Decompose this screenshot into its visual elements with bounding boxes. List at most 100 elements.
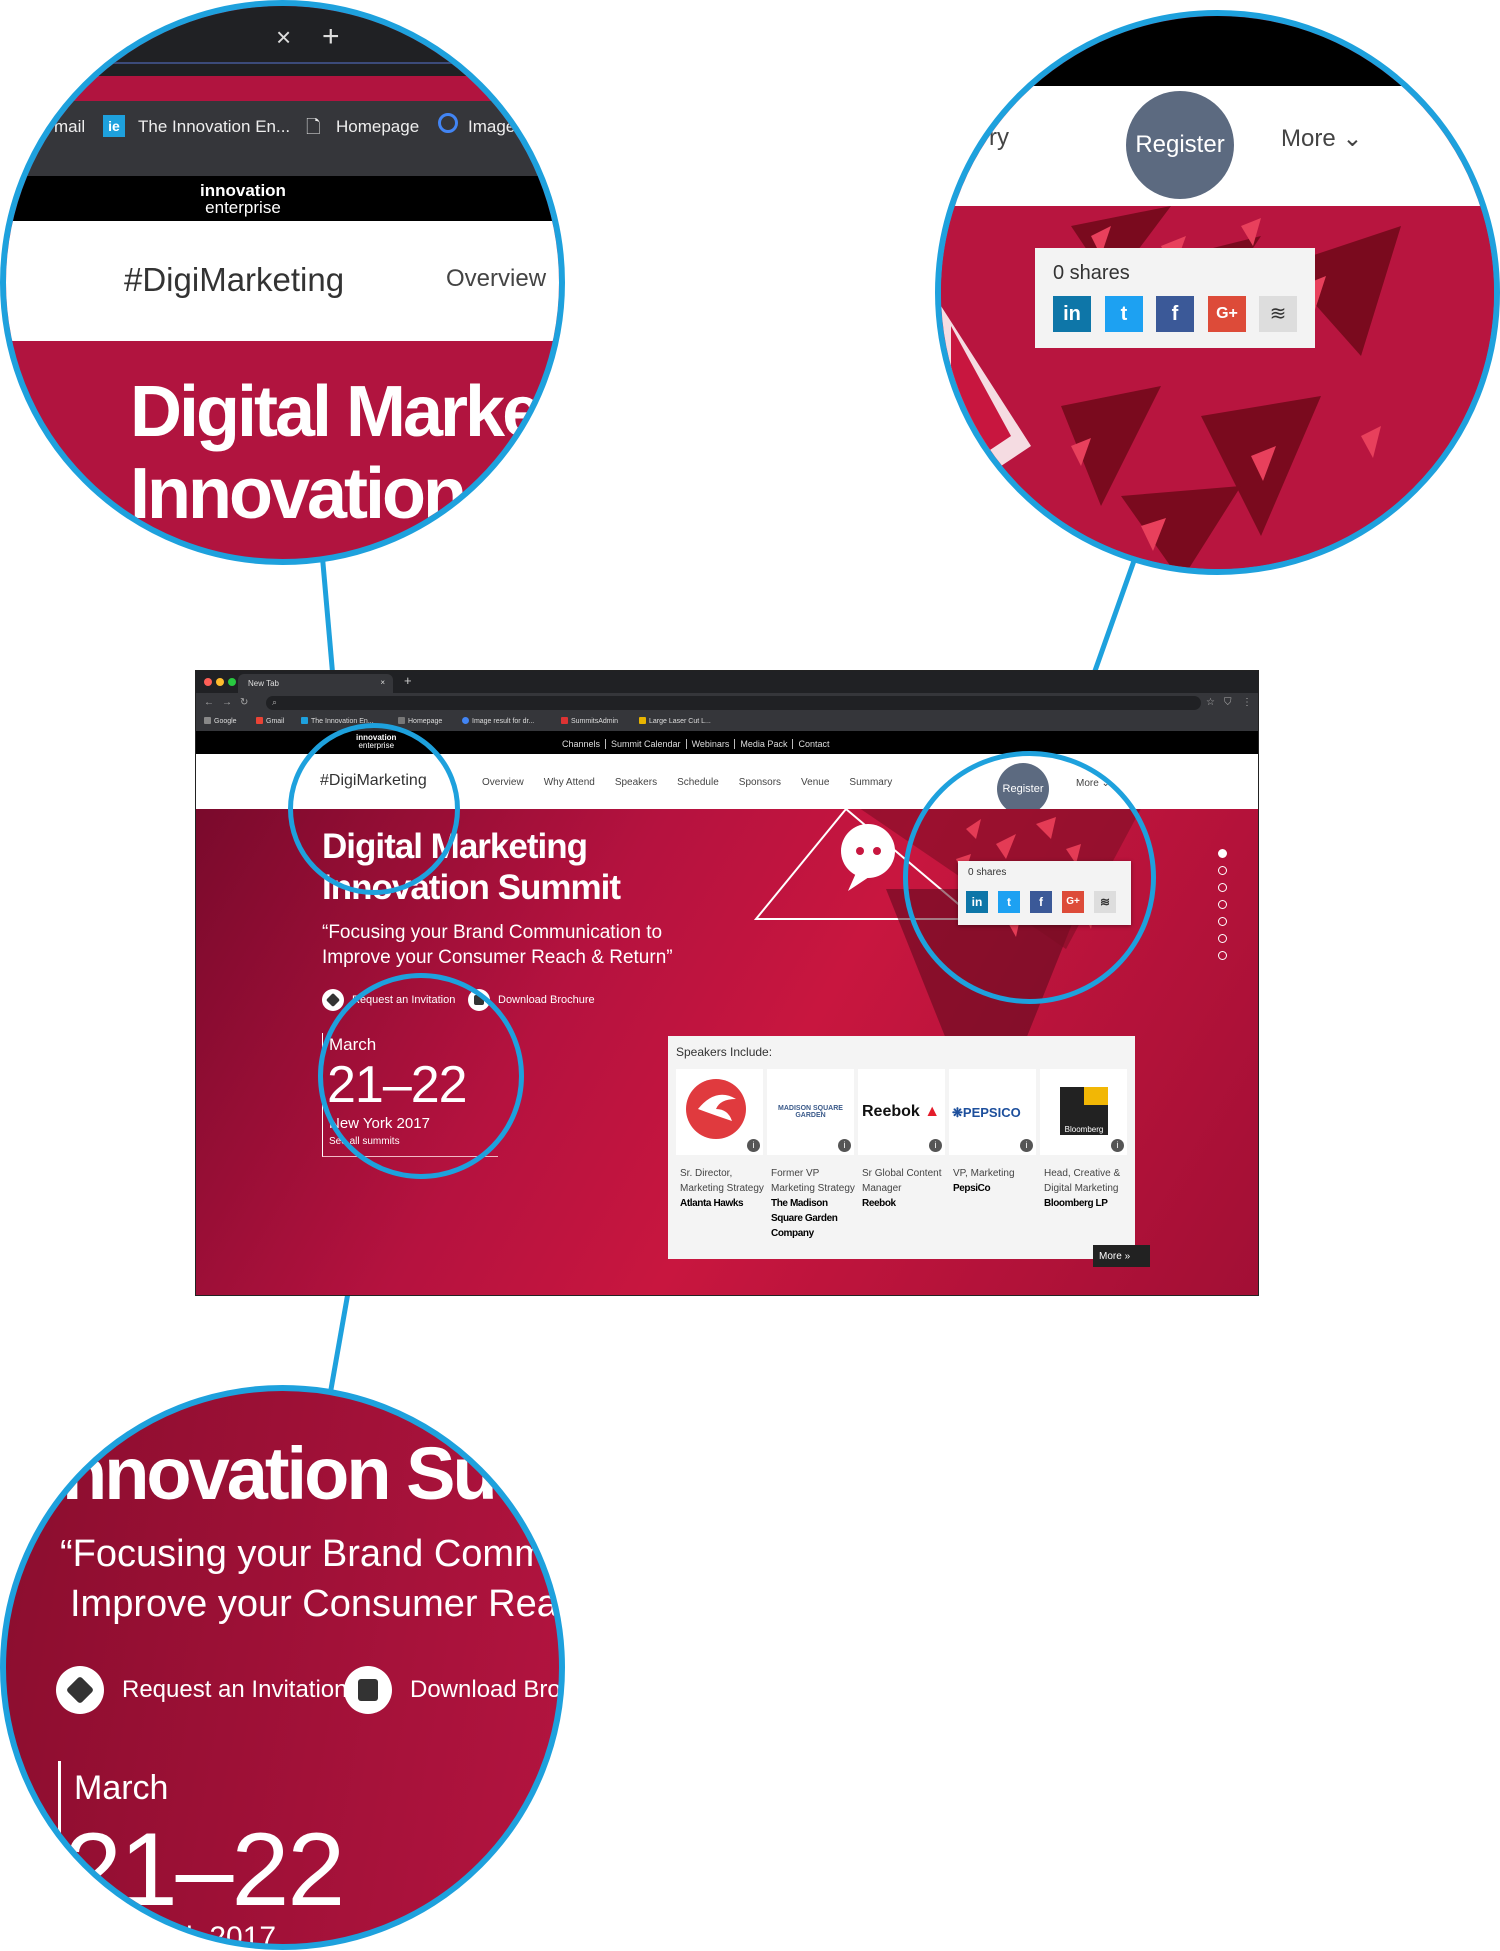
bookmark-laser-cut[interactable]: Large Laser Cut L...	[639, 717, 711, 725]
info-icon[interactable]: i	[747, 1139, 760, 1152]
new-tab-button[interactable]: +	[404, 673, 412, 688]
speaker-card-bloomberg[interactable]: Bloomberg i	[1040, 1069, 1127, 1155]
bookmark-image-result[interactable]: Image result for dr...	[462, 717, 534, 725]
zoom-date-month: March	[74, 1769, 169, 1807]
bookmark-google[interactable]: Google	[204, 717, 237, 725]
zoom-new-tab-button[interactable]: +	[322, 20, 340, 54]
back-icon[interactable]: ←	[204, 697, 214, 708]
zoom-nav-bar: ry Register More ⌄	[941, 86, 1494, 206]
zoom-quote: “Focusing your Brand Comm Improve your C…	[60, 1529, 558, 1629]
zoom-bookmark-gmail[interactable]: mail	[54, 117, 85, 137]
pepsico-logo-text: PEPSICO	[962, 1105, 1021, 1120]
info-icon[interactable]: i	[929, 1139, 942, 1152]
zoom-date-days: 21–22	[64, 1812, 345, 1928]
zoom-tab-close-icon[interactable]: ×	[276, 22, 291, 53]
bookmark-label: SummitsAdmin	[571, 718, 619, 725]
nav-overview[interactable]: Overview	[482, 777, 524, 788]
speaker-card-msg[interactable]: MADISON SQUARE GARDEN i	[767, 1069, 854, 1155]
zoom-top-strip: innovation enterprise	[6, 176, 559, 221]
pager-dot[interactable]	[1218, 917, 1227, 926]
nav-speakers[interactable]: Speakers	[615, 777, 657, 788]
nav-venue[interactable]: Venue	[801, 777, 829, 788]
maximize-window-dot[interactable]	[228, 678, 236, 686]
zoom-bookmark-image[interactable]: Image	[468, 117, 515, 137]
tag-icon	[322, 989, 344, 1011]
zoom-googleplus-button[interactable]: G+	[1208, 296, 1246, 332]
tab-title: New Tab	[248, 679, 279, 688]
zoom-site-nav: #DigiMarketing Overview	[6, 221, 559, 341]
tab-close-icon[interactable]: ×	[380, 678, 385, 687]
pager-dot[interactable]	[1218, 900, 1227, 909]
zoom-innovation-logo: innovation enterprise	[200, 182, 286, 216]
zoom-quote-line-2: Improve your Consumer Rea	[70, 1583, 558, 1625]
highlight-ring-cta	[318, 973, 524, 1179]
search-icon: ⌕	[272, 697, 278, 707]
bloomberg-logo-text: Bloomberg	[1064, 1125, 1104, 1134]
speaker-card-pepsico[interactable]: ❋PEPSICO i	[949, 1069, 1036, 1155]
info-icon[interactable]: i	[1020, 1139, 1033, 1152]
zoom-buffer-button[interactable]: ≋	[1259, 296, 1297, 332]
zoom-twitter-button[interactable]: t	[1105, 296, 1143, 332]
zoom-more-menu[interactable]: More ⌄	[1281, 124, 1362, 153]
toolbar: ← → ↻ ⌕ ☆ ⛉ ⋮	[196, 693, 1258, 713]
pager-dot[interactable]	[1218, 951, 1227, 960]
close-window-dot[interactable]	[204, 678, 212, 686]
reload-icon[interactable]: ↻	[240, 697, 248, 708]
zoom-page-icon: 🗋	[306, 117, 321, 137]
bookmark-label: Large Laser Cut L...	[649, 718, 711, 725]
info-icon[interactable]: i	[1111, 1139, 1124, 1152]
bookmark-summitsadmin[interactable]: SummitsAdmin	[561, 717, 618, 725]
zoom-book-icon	[344, 1666, 392, 1714]
bookmark-homepage[interactable]: Homepage	[398, 717, 442, 725]
top-link-summit-calendar[interactable]: Summit Calendar	[606, 739, 687, 749]
info-icon[interactable]: i	[838, 1139, 851, 1152]
forward-icon[interactable]: →	[222, 697, 232, 708]
hero-quote-line-2: Improve your Consumer Reach & Return”	[322, 947, 673, 968]
bookmark-label: Gmail	[266, 718, 285, 725]
pager-dot[interactable]	[1218, 883, 1227, 892]
nav-summary[interactable]: Summary	[849, 777, 892, 788]
role-text: Head, Creative & Digital Marketing	[1044, 1168, 1121, 1194]
bookmark-label: Google	[214, 718, 237, 725]
nav-sponsors[interactable]: Sponsors	[739, 777, 781, 788]
zoom-linkedin-button[interactable]: in	[1053, 296, 1091, 332]
top-link-media-pack[interactable]: Media Pack	[735, 739, 794, 749]
zoom-register-button[interactable]: Register	[1126, 91, 1234, 199]
zoom-nav-overview[interactable]: Overview	[446, 265, 546, 293]
pager-dot[interactable]	[1218, 866, 1227, 875]
bookmark-star-icon[interactable]: ☆	[1206, 697, 1215, 708]
top-link-contact[interactable]: Contact	[793, 739, 834, 749]
nav-why-attend[interactable]: Why Attend	[544, 777, 595, 788]
profile-icon[interactable]: ⛉	[1224, 697, 1232, 708]
zoom-cta-invite-label: Request an Invitation	[122, 1676, 348, 1703]
minimize-window-dot[interactable]	[216, 678, 224, 686]
role-text: VP, Marketing	[953, 1168, 1015, 1179]
address-bar[interactable]: ⌕	[266, 696, 1201, 710]
zoom-brand-hashtag[interactable]: #DigiMarketing	[124, 261, 344, 299]
magnifier-cta: nnovation Su “Focusing your Brand Comm I…	[0, 1385, 565, 1950]
zoom-logo-line-2: enterprise	[205, 198, 281, 217]
speaker-card-reebok[interactable]: Reebok ▲ i	[858, 1069, 945, 1155]
pager-dot[interactable]	[1218, 934, 1227, 943]
zoom-bookmark-homepage[interactable]: Homepage	[336, 117, 419, 137]
zoom-divider	[6, 62, 559, 64]
bookmark-gmail[interactable]: Gmail	[256, 717, 284, 725]
zoom-facebook-button[interactable]: f	[1156, 296, 1194, 332]
tab-new-tab[interactable]: New Tab ×	[238, 674, 393, 693]
menu-kebab-icon[interactable]: ⋮	[1242, 697, 1252, 708]
speakers-more-button[interactable]: More »	[1093, 1245, 1150, 1267]
speaker-card-atlanta-hawks[interactable]: i	[676, 1069, 763, 1155]
zoom-nav-summary-fragment[interactable]: ry	[989, 124, 1009, 152]
zoom-cta-brochure-label: Download Broc	[410, 1676, 565, 1703]
pager-dot[interactable]	[1218, 849, 1227, 858]
zoom-date-rule	[58, 1761, 61, 1944]
zoom-tab-bar: × +	[6, 6, 559, 76]
top-link-webinars[interactable]: Webinars	[686, 739, 736, 749]
cta-brochure-label: Download Brochure	[498, 993, 595, 1006]
tab-bar: New Tab × +	[196, 671, 1258, 693]
zoom-bookmark-innovation[interactable]: The Innovation En...	[138, 117, 290, 137]
slide-pager	[1218, 849, 1227, 968]
top-link-channels[interactable]: Channels	[557, 739, 607, 749]
speaker-role: VP, Marketing PepsiCo	[953, 1166, 1041, 1196]
nav-schedule[interactable]: Schedule	[677, 777, 719, 788]
